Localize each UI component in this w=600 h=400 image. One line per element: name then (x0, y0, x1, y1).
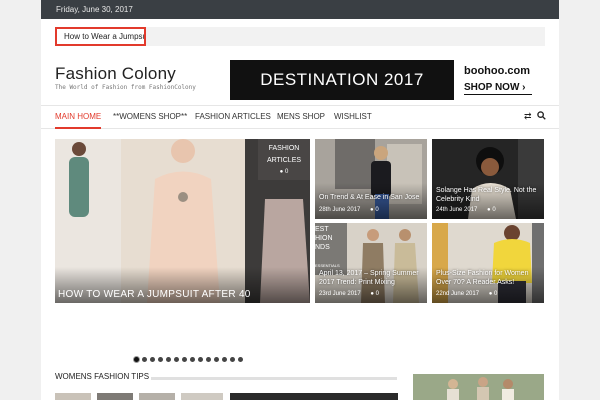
comment-icon: ● (487, 207, 491, 213)
post-comment-count: 0 (375, 291, 380, 297)
thumbnail[interactable] (55, 393, 91, 400)
sidebar-image[interactable] (413, 374, 544, 400)
site-title[interactable]: Fashion Colony (55, 64, 176, 84)
thumbnail[interactable] (97, 393, 133, 400)
post-title[interactable]: Plus-Size Fashion for Women Over 70? A R… (436, 269, 544, 287)
slider-dot[interactable] (238, 357, 243, 362)
featured-post-tile[interactable]: FASHION ARTICLES ● 0 HOW TO WEAR A JUMPS… (55, 139, 310, 303)
slider-dot[interactable] (158, 357, 163, 362)
section-divider (151, 377, 397, 380)
featured-comment-count: 0 (284, 169, 289, 175)
slider-dot[interactable] (214, 357, 219, 362)
slider-dot[interactable] (230, 357, 235, 362)
slider-dot[interactable] (142, 357, 147, 362)
banner-underline (464, 94, 532, 95)
post-date: 24th June 2017 (436, 207, 478, 213)
nav-item-womens-shop[interactable]: **WOMENS SHOP** (113, 106, 187, 129)
slider-pagination (134, 357, 243, 363)
slider-dot[interactable] (134, 357, 139, 362)
post-comment-count: 0 (492, 207, 496, 213)
ticker-headline-box[interactable]: How to Wear a Jumpsuit (55, 27, 146, 46)
comment-count: ● 0 (258, 169, 310, 175)
nav-item-mens-shop[interactable]: MENS SHOP (277, 106, 325, 129)
slider-dot[interactable] (190, 357, 195, 362)
category-badge[interactable]: FASHION ARTICLES ● 0 (258, 139, 310, 180)
category-label[interactable]: FASHION ARTICLES (258, 139, 310, 167)
thumbnail[interactable] (139, 393, 175, 400)
overlay-text: EST HION NDS (315, 226, 333, 251)
ticker-headline[interactable]: How to Wear a Jumpsuit (57, 29, 144, 44)
post-date: 28th June 2017 (319, 207, 361, 213)
nav-item-main-home[interactable]: MAIN HOME (55, 106, 102, 129)
nav-item-wishlist[interactable]: WISHLIST (334, 106, 372, 129)
main-navigation: MAIN HOME **WOMENS SHOP** FASHION ARTICL… (41, 105, 559, 129)
breaking-news-ticker: How to Wear a Jumpsuit (55, 27, 545, 46)
post-meta: 22nd June 2017 ● 0 (436, 291, 497, 297)
post-title[interactable]: April 13, 2017 – Spring Summer 2017 Tren… (319, 269, 427, 287)
section-title[interactable]: WOMENS FASHION TIPS (55, 372, 149, 381)
slider-dot[interactable] (182, 357, 187, 362)
post-tile[interactable]: Solange Has Real Style. Not the Celebrit… (432, 139, 544, 219)
banner-cta[interactable]: SHOP NOW › (464, 82, 525, 93)
sidebar-image-art (413, 374, 544, 400)
slider-dot[interactable] (150, 357, 155, 362)
post-comment-count: 0 (375, 207, 379, 213)
site-tagline: The World of Fashion from FashionColony (55, 84, 196, 91)
slider-dot[interactable] (206, 357, 211, 362)
post-tile[interactable]: Plus-Size Fashion for Women Over 70? A R… (432, 223, 544, 303)
page: Friday, June 30, 2017 How to Wear a Jump… (41, 0, 559, 400)
thumbnail[interactable] (181, 393, 223, 400)
top-bar: Friday, June 30, 2017 (41, 0, 559, 19)
slider-dot[interactable] (222, 357, 227, 362)
featured-post-title[interactable]: HOW TO WEAR A JUMPSUIT AFTER 40 (58, 289, 251, 300)
post-title[interactable]: On Trend & At Ease in San Jose (319, 193, 427, 202)
post-title[interactable]: Solange Has Real Style. Not the Celebrit… (436, 186, 544, 204)
thumbnail[interactable] (230, 393, 398, 400)
advert-banner[interactable]: DESTINATION 2017 boohoo.com SHOP NOW › (230, 60, 544, 100)
slider-dot[interactable] (198, 357, 203, 362)
nav-item-fashion-articles[interactable]: FASHION ARTICLES (195, 106, 271, 129)
post-tile[interactable]: EST HION NDS ESSENTIALS April 13, 2017 –… (315, 223, 427, 303)
post-meta: 28th June 2017 ● 0 (319, 207, 379, 213)
banner-brand: boohoo.com (464, 65, 530, 77)
comment-icon: ● (488, 291, 493, 297)
slider-dot[interactable] (166, 357, 171, 362)
slider-dot[interactable] (174, 357, 179, 362)
comment-icon: ● (279, 169, 284, 175)
search-icon[interactable] (537, 111, 546, 122)
shuffle-icon[interactable]: ⇄ (524, 111, 532, 122)
current-date: Friday, June 30, 2017 (56, 5, 133, 14)
post-meta: 24th June 2017 ● 0 (436, 207, 496, 213)
banner-headline[interactable]: DESTINATION 2017 (230, 60, 454, 100)
post-comment-count: 0 (494, 291, 498, 297)
post-date: 22nd June 2017 (436, 291, 480, 297)
comment-icon: ● (370, 207, 374, 213)
post-date: 23rd June 2017 (319, 291, 361, 297)
banner-brand-panel[interactable]: boohoo.com SHOP NOW › (454, 60, 544, 100)
post-meta: 23rd June 2017 ● 0 (319, 291, 379, 297)
comment-icon: ● (370, 291, 374, 297)
post-tile[interactable]: On Trend & At Ease in San Jose 28th June… (315, 139, 427, 219)
